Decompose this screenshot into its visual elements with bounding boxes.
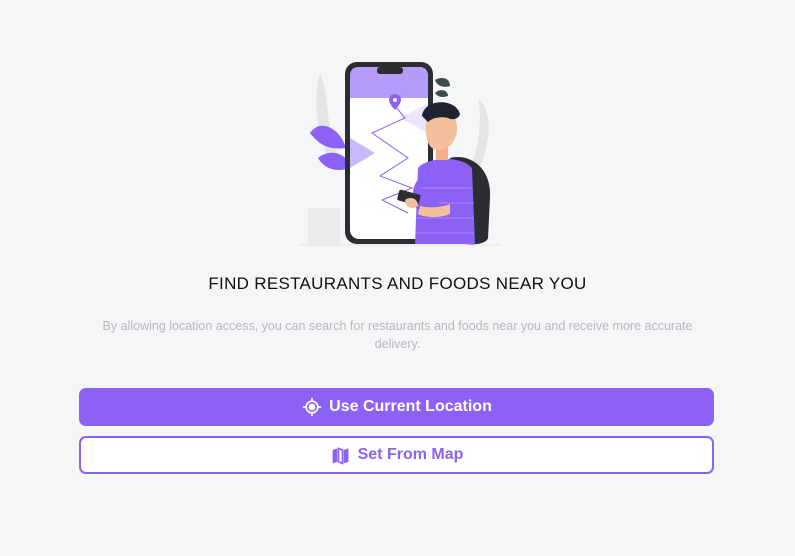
page-title: FIND RESTAURANTS AND FOODS NEAR YOU: [208, 274, 587, 293]
location-illustration: [300, 58, 500, 248]
use-current-location-button[interactable]: Use Current Location: [79, 388, 714, 426]
set-from-map-button[interactable]: Set From Map: [79, 436, 714, 474]
location-description: By allowing location access, you can sea…: [102, 319, 693, 351]
set-from-map-label: Set From Map: [357, 446, 464, 463]
crosshair-locate-icon: [301, 396, 323, 418]
folded-map-icon: [330, 444, 352, 466]
use-current-location-label: Use Current Location: [329, 398, 492, 415]
